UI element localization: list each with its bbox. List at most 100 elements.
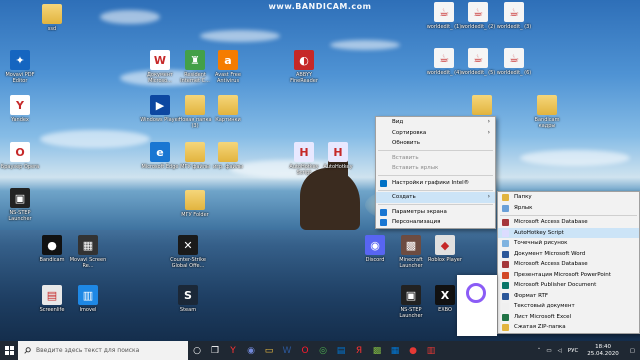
desktop-icon[interactable]: ▤ Screenlife <box>32 285 72 313</box>
menu-item[interactable]: Параметры экрана <box>376 207 495 218</box>
minecraft-icon[interactable]: ▩ <box>368 341 386 360</box>
menu-item-icon <box>502 303 509 310</box>
menu-item[interactable]: AutoHotkey Script <box>498 227 639 238</box>
desktop-icon[interactable]: H AutoHotkey <box>318 142 358 170</box>
desktop-icon[interactable]: ☕ worldedit_ (3) <box>494 2 534 30</box>
folder-icon <box>218 95 238 115</box>
desktop-icon[interactable]: ◐ ABBYY FineReader <box>284 50 324 84</box>
discord-icon[interactable]: ◉ <box>242 341 260 360</box>
desktop-icon[interactable]: W Документ Microso... <box>140 50 180 84</box>
menu-item[interactable]: Microsoft Access Database <box>498 259 639 270</box>
desktop-icon[interactable]: ▶ Windows Player <box>140 95 180 123</box>
menu-item[interactable]: Папку <box>498 192 639 203</box>
chrome-icon[interactable]: ◎ <box>314 341 332 360</box>
desktop-icon[interactable]: e Microsoft Edge <box>140 142 180 170</box>
start-button[interactable] <box>0 341 18 360</box>
menu-separator <box>378 204 493 205</box>
menu-item[interactable]: Сжатая ZIP-папка <box>498 322 639 333</box>
menu-item[interactable]: Ярлык <box>498 203 639 214</box>
menu-item[interactable]: Вид › <box>376 117 495 128</box>
menu-item-icon <box>502 324 509 331</box>
app-icon: ☕ <box>504 48 524 68</box>
desktop-icon-label: worldedit_ (2) <box>460 24 496 30</box>
create-submenu[interactable]: Папку Ярлык Microsoft Access Database AutoH… <box>497 191 640 334</box>
desktop-icon[interactable]: ssd <box>32 4 72 32</box>
context-menu[interactable]: Вид › Сортировка › Обновить Вставить Вставить … <box>375 116 496 229</box>
app-icon: W <box>150 50 170 70</box>
desktop-icon[interactable]: ▣ NS-STEP Launcher <box>0 188 40 222</box>
menu-item[interactable]: Точечный рисунок <box>498 238 639 249</box>
cloud <box>520 150 630 166</box>
menu-item[interactable]: Сортировка › <box>376 128 495 139</box>
desktop-icon[interactable]: a Avast Free Antivirus <box>208 50 248 84</box>
yandex-icon[interactable]: Я <box>350 341 368 360</box>
pdf-icon[interactable]: ▥ <box>422 341 440 360</box>
desktop-icon[interactable]: ✦ Movavi PDF Editor <box>0 50 40 84</box>
app-icon: ✕ <box>178 235 198 255</box>
menu-item[interactable]: Персонализация <box>376 217 495 228</box>
volume-icon[interactable]: ◁ <box>555 348 565 354</box>
desktop-icon[interactable]: ◉ Discord <box>355 235 395 263</box>
yandex-browser-icon[interactable]: Y <box>224 341 242 360</box>
menu-item[interactable]: Microsoft Publisher Document <box>498 280 639 291</box>
menu-item[interactable]: Обновить <box>376 138 495 149</box>
notifications-icon[interactable]: ▢ <box>625 348 640 354</box>
menu-item[interactable]: Microsoft Access Database <box>498 217 639 228</box>
bandicam-icon[interactable]: ● <box>404 341 422 360</box>
desktop-icon[interactable]: ☕ worldedit_ (2) <box>458 2 498 30</box>
opera-icon[interactable]: O <box>296 341 314 360</box>
app-icon: O <box>10 142 30 162</box>
desktop-icon[interactable]: ☕ worldedit_ (5) <box>458 48 498 76</box>
language-indicator[interactable]: РУС <box>565 348 582 354</box>
desktop-icon[interactable]: ◆ Roblox Player <box>425 235 465 263</box>
desktop-icon-label: Counter-Strike Global Offe... <box>170 257 206 269</box>
menu-item[interactable]: Вставить <box>376 153 495 164</box>
menu-item[interactable]: Создать › <box>376 192 495 203</box>
desktop-icon[interactable]: ✕ Counter-Strike Global Offe... <box>168 235 208 269</box>
desktop-icon-label: Bandicam <box>39 257 65 263</box>
taskbar-search[interactable]: Введите здесь текст для поиска <box>18 341 188 360</box>
menu-item[interactable]: Текстовый документ <box>498 301 639 312</box>
desktop-icon[interactable]: O Браузер Opera <box>0 142 40 170</box>
desktop-icon[interactable]: МГУ Folder <box>175 190 215 218</box>
desktop-icon[interactable]: игр. файлы <box>208 142 248 170</box>
desktop-icon[interactable]: Картинки <box>208 95 248 123</box>
clock[interactable]: 18:40 25.04.2020 <box>581 344 625 358</box>
desktop-icon-label: AutoHotkey <box>323 164 353 170</box>
desktop-icon-label: NS-STEP Launcher <box>8 210 32 222</box>
desktop-icon[interactable]: ☕ worldedit_ (6) <box>494 48 534 76</box>
alice-icon[interactable] <box>466 283 486 303</box>
menu-item-label: Создать <box>392 194 416 200</box>
menu-item[interactable]: Настройки графики Intel® <box>376 178 495 189</box>
photos-icon[interactable]: ▦ <box>386 341 404 360</box>
file-explorer-icon[interactable]: ▭ <box>260 341 278 360</box>
menu-separator <box>378 150 493 151</box>
app-icon: ◉ <box>365 235 385 255</box>
menu-item[interactable]: Документ Microsoft Word <box>498 249 639 260</box>
desktop-icon[interactable]: ● Bandicam <box>32 235 72 263</box>
tray-chevron-icon[interactable]: ˄ <box>535 348 544 354</box>
menu-item[interactable]: Презентация Microsoft PowerPoint <box>498 270 639 281</box>
menu-item[interactable]: Формат RTF <box>498 291 639 302</box>
menu-item-label: Сортировка <box>392 129 427 136</box>
desktop-icon[interactable]: ▦ Movavi Screen Re... <box>68 235 108 269</box>
network-icon[interactable]: ▭ <box>543 348 554 354</box>
menu-item[interactable]: Лист Microsoft Excel <box>498 312 639 323</box>
word-icon[interactable]: W <box>278 341 296 360</box>
desktop-icon[interactable]: Bandicam кадры <box>527 95 567 129</box>
task-view-icon[interactable]: ❐ <box>206 341 224 360</box>
menu-item[interactable]: Вставить ярлык <box>376 163 495 174</box>
desktop-icon[interactable]: Y Yandex <box>0 95 40 123</box>
chevron-right-icon: › <box>487 128 490 136</box>
menu-separator <box>378 175 493 176</box>
store-icon[interactable]: ▤ <box>332 341 350 360</box>
desktop-icon[interactable]: S Steam <box>168 285 208 313</box>
desktop-icon[interactable]: ▥ Imovel <box>68 285 108 313</box>
clock-time: 18:40 <box>595 343 611 350</box>
desktop-icon[interactable] <box>462 95 502 117</box>
folder-icon <box>537 95 557 115</box>
desktop[interactable]: www.BANDICAM.com ssd ✦ Movavi PDF Editor Y Y… <box>0 0 640 341</box>
cortana-icon[interactable]: ○ <box>188 341 206 360</box>
menu-item-label: Сжатая ZIP-папка <box>514 324 566 330</box>
folder-icon <box>185 190 205 210</box>
